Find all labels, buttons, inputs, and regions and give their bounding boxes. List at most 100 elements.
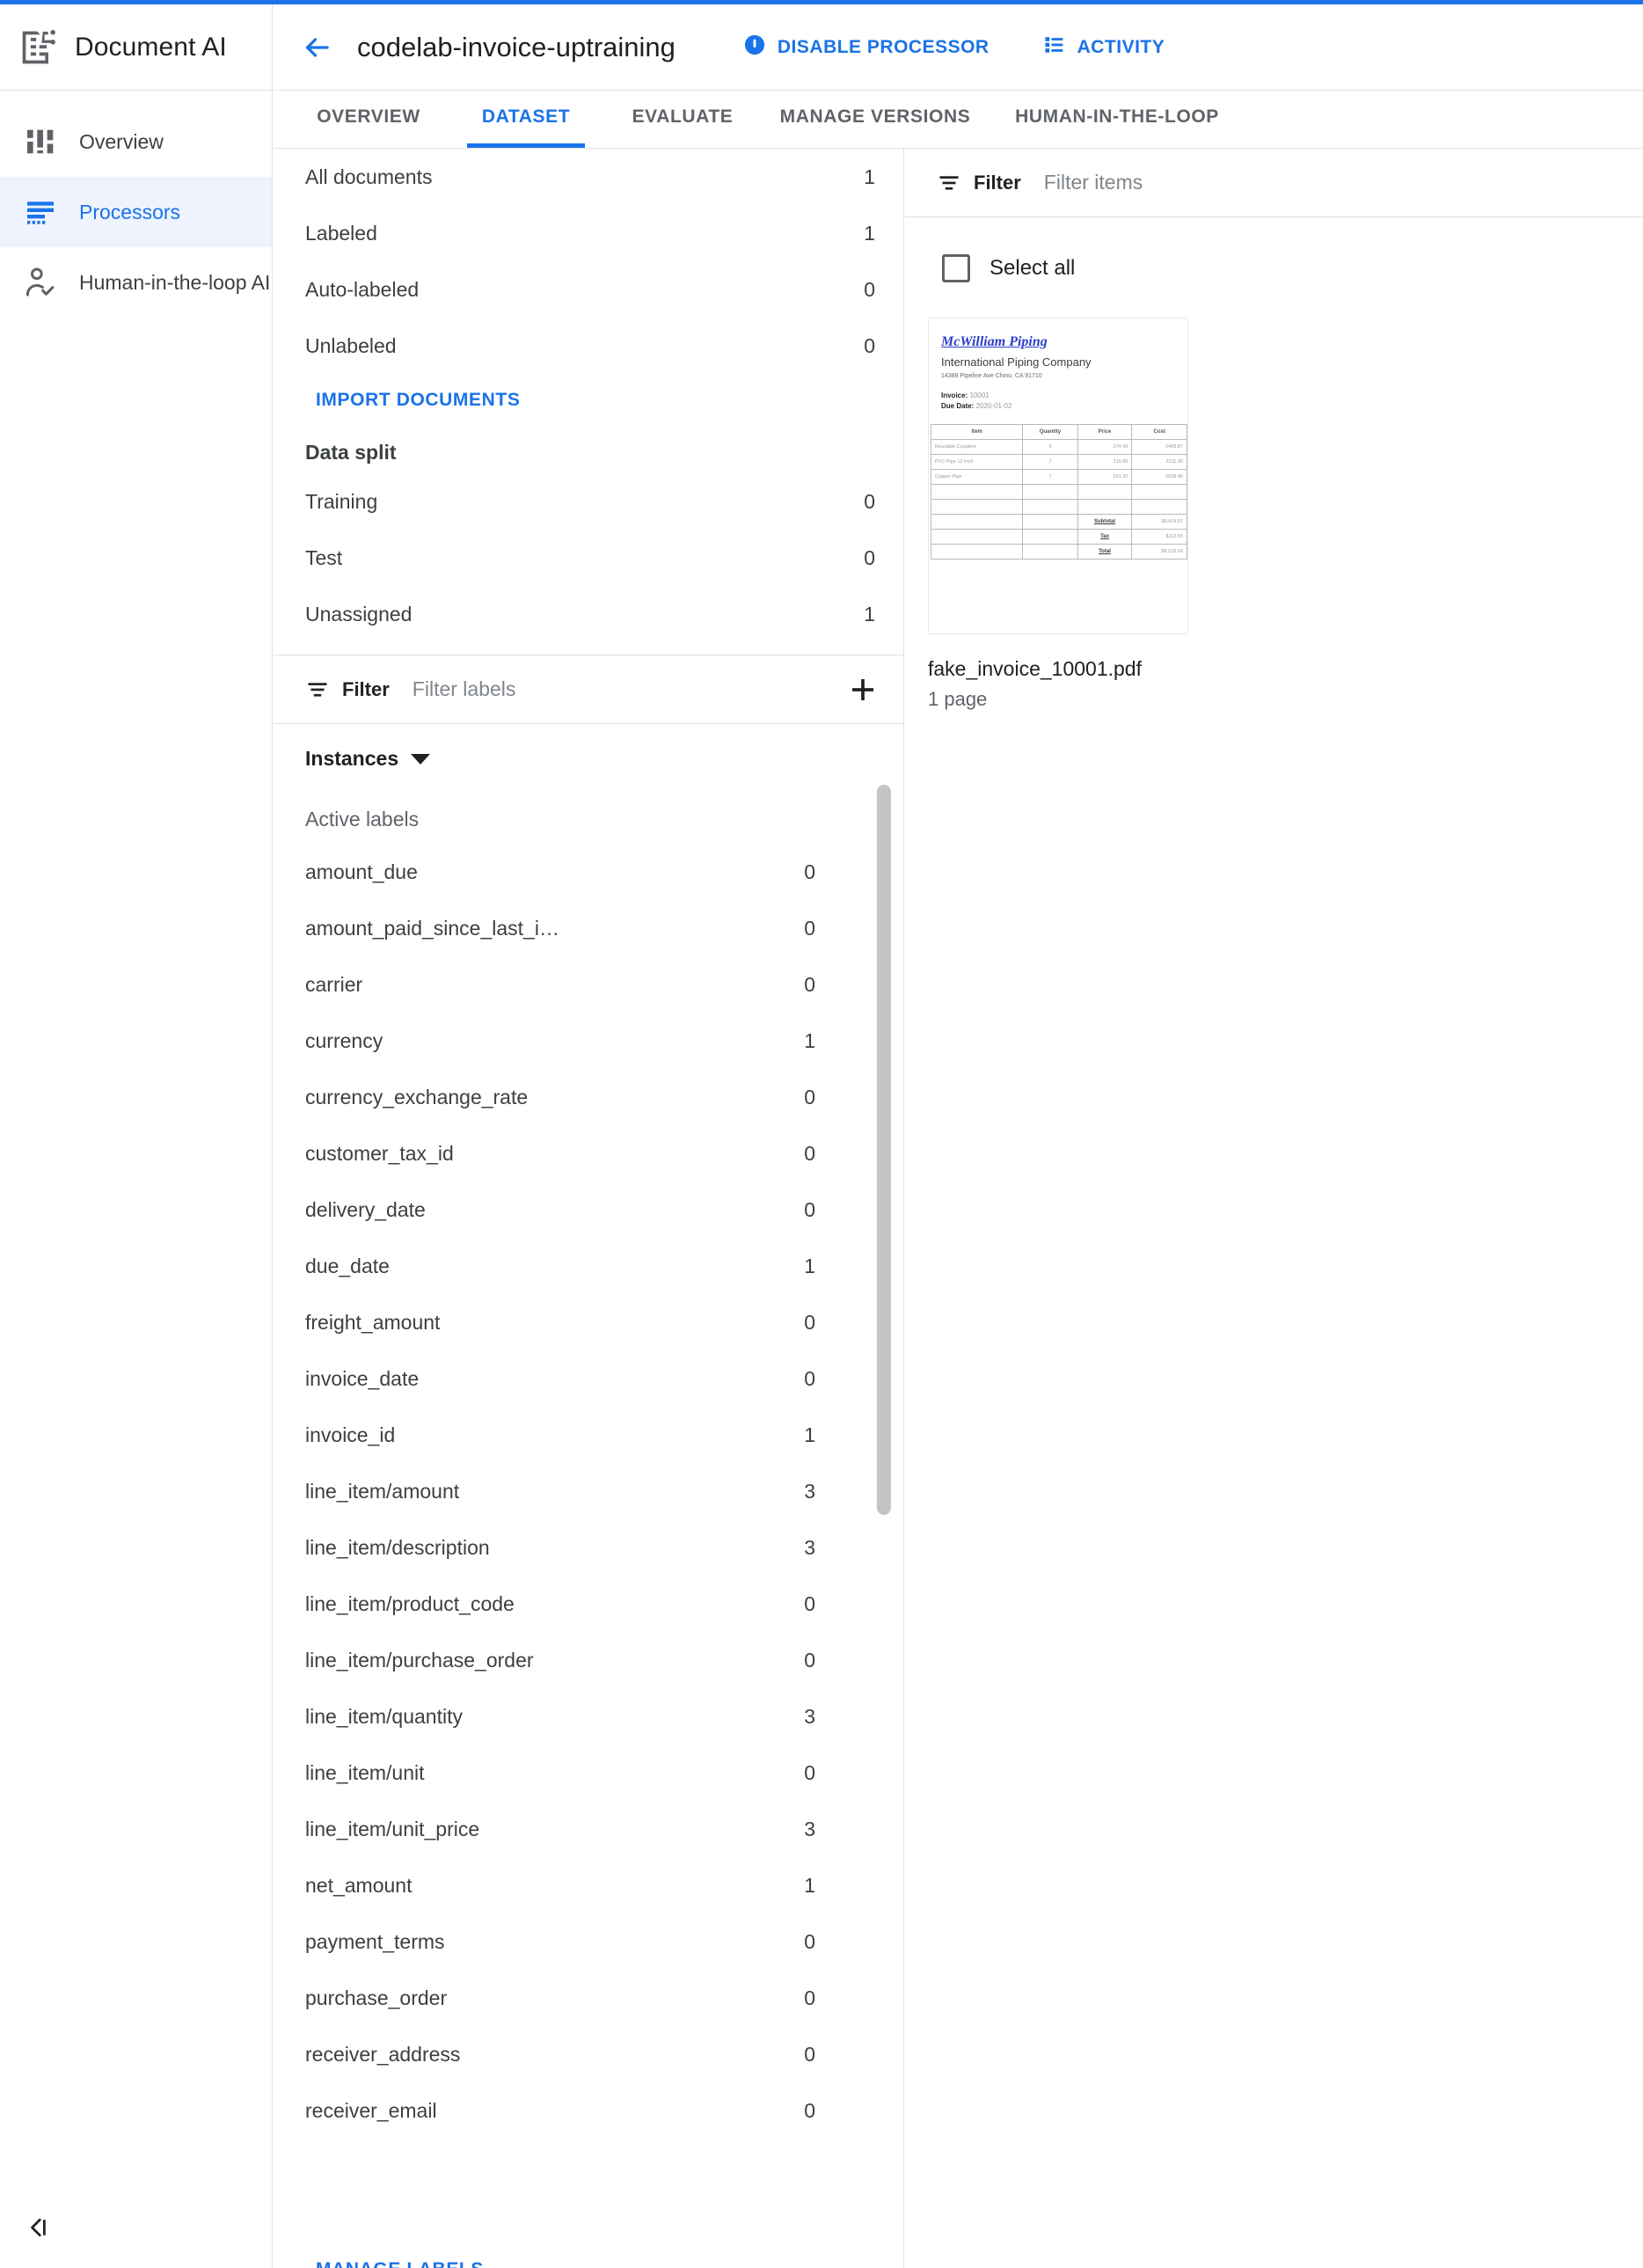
labels-scrollbar[interactable] <box>877 785 891 1515</box>
label-row[interactable]: due_date 1 <box>274 1238 903 1294</box>
label-row[interactable]: invoice_date 0 <box>274 1350 903 1407</box>
label-row[interactable]: amount_paid_since_last_i… 0 <box>274 900 903 956</box>
label-name: line_item/product_code <box>305 1591 515 1615</box>
page-header: codelab-invoice-uptraining DISABLE PROCE… <box>274 4 1643 91</box>
label-row[interactable]: delivery_date 0 <box>274 1182 903 1238</box>
invoice-table-cell: Reusable Couplers <box>930 439 1024 455</box>
label-row[interactable]: amount_due 0 <box>274 844 903 900</box>
document-thumbnail[interactable]: McWilliam Piping International Piping Co… <box>928 318 1188 634</box>
label-count: 0 <box>804 1591 815 1615</box>
label-count: 0 <box>804 2098 815 2122</box>
tab-human-in-the-loop[interactable]: HUMAN-IN-THE-LOOP <box>989 91 1245 148</box>
label-count: 3 <box>804 1479 815 1503</box>
invoice-table-cell: 2469.87 <box>1131 439 1187 455</box>
data-split-list: Training 0 Test 0 Unassigned 1 <box>274 473 903 642</box>
invoice-total-label: Tax <box>1077 529 1133 545</box>
label-row[interactable]: line_item/product_code 0 <box>274 1576 903 1632</box>
invoice-total-value: $6,419.57 <box>1131 514 1187 530</box>
invoice-table-cell <box>1131 484 1187 500</box>
label-row[interactable]: purchase_order 0 <box>274 1970 903 2026</box>
select-all-label: Select all <box>989 256 1076 280</box>
tab-evaluate[interactable]: EVALUATE <box>604 91 761 148</box>
stat-value: 1 <box>864 221 875 245</box>
disable-processor-button[interactable]: DISABLE PROCESSOR <box>742 33 989 62</box>
label-row[interactable]: line_item/unit_price 3 <box>274 1801 903 1857</box>
sidebar-item-processors[interactable]: Processors <box>0 177 272 247</box>
label-count: 0 <box>804 1986 815 2009</box>
import-documents-button[interactable]: IMPORT DOCUMENTS <box>305 383 530 418</box>
activity-button[interactable]: ACTIVITY <box>1042 33 1165 62</box>
label-row[interactable]: receiver_email 0 <box>274 2082 903 2139</box>
label-name: line_item/description <box>305 1535 490 1559</box>
invoice-table-cell <box>1077 484 1133 500</box>
label-row[interactable]: carrier 0 <box>274 956 903 1013</box>
tab-manage-versions[interactable]: MANAGE VERSIONS <box>761 91 989 148</box>
label-count: 3 <box>804 1817 815 1840</box>
chevron-down-icon <box>411 753 431 765</box>
invoice-totals-row: Total $6,533.16 <box>930 544 1187 560</box>
label-filter-input[interactable]: Filter labels <box>413 677 845 701</box>
label-name: freight_amount <box>305 1310 441 1334</box>
tab-manage-versions-label: MANAGE VERSIONS <box>779 106 971 127</box>
invoice-totals-row: Subtotal $6,419.57 <box>930 514 1187 530</box>
label-name: line_item/amount <box>305 1479 460 1503</box>
label-row[interactable]: currency_exchange_rate 0 <box>274 1069 903 1125</box>
select-all-checkbox[interactable] <box>942 254 970 282</box>
invoice-table-cell <box>930 544 1024 560</box>
split-value: 0 <box>864 545 875 569</box>
label-count: 0 <box>804 1197 815 1221</box>
label-row[interactable]: freight_amount 0 <box>274 1294 903 1350</box>
invoice-company-address: 14388 Pipeline Ave Chino, CA 91710 <box>941 373 1042 379</box>
split-row-training[interactable]: Training 0 <box>274 473 903 530</box>
label-row[interactable]: net_amount 1 <box>274 1857 903 1913</box>
stat-value: 0 <box>864 333 875 357</box>
label-name: carrier <box>305 972 363 996</box>
invoice-table-cell: 9 <box>1022 439 1078 455</box>
label-row[interactable]: line_item/purchase_order 0 <box>274 1632 903 1688</box>
invoice-table-empty-row <box>930 499 1187 515</box>
split-row-unassigned[interactable]: Unassigned 1 <box>274 586 903 642</box>
label-name: net_amount <box>305 1873 413 1897</box>
select-all-row[interactable]: Select all <box>905 217 1643 282</box>
tab-overview[interactable]: OVERVIEW <box>289 91 448 148</box>
items-filter-input[interactable]: Filter items <box>1044 171 1620 194</box>
collapse-panel-icon[interactable] <box>19 2208 58 2247</box>
invoice-table-cell: 2038.40 <box>1131 469 1187 485</box>
label-row[interactable]: receiver_address 0 <box>274 2026 903 2082</box>
arrow-back-icon[interactable] <box>296 26 338 69</box>
label-row[interactable]: line_item/amount 3 <box>274 1463 903 1519</box>
document-ai-app: Document AI Overview Processors Human-in… <box>0 0 1643 2268</box>
label-row[interactable]: line_item/description 3 <box>274 1519 903 1576</box>
add-label-button[interactable] <box>845 672 880 707</box>
processors-icon <box>23 194 58 230</box>
label-count: 1 <box>804 1423 815 1446</box>
manage-labels-button[interactable]: MANAGE LABELS <box>305 2252 494 2268</box>
label-row[interactable]: customer_tax_id 0 <box>274 1125 903 1182</box>
label-row[interactable]: currency 1 <box>274 1013 903 1069</box>
sidebar-item-overview[interactable]: Overview <box>0 106 272 177</box>
items-filter-bar: Filter Filter items <box>905 149 1643 217</box>
stat-row-all-documents[interactable]: All documents 1 <box>274 149 903 205</box>
instances-dropdown[interactable]: Instances <box>274 724 903 785</box>
label-name: delivery_date <box>305 1197 426 1221</box>
sidebar-item-human-in-the-loop[interactable]: Human-in-the-loop AI <box>0 247 272 318</box>
split-row-test[interactable]: Test 0 <box>274 530 903 586</box>
label-name: currency_exchange_rate <box>305 1085 529 1108</box>
left-sidebar: Document AI Overview Processors Human-in… <box>0 4 273 2268</box>
tab-dataset[interactable]: DATASET <box>448 91 604 148</box>
stat-row-unlabeled[interactable]: Unlabeled 0 <box>274 318 903 374</box>
invoice-table-cell: 7 <box>1022 454 1078 470</box>
activity-label: ACTIVITY <box>1077 36 1165 57</box>
invoice-line-items-table: Item Quantity Price Cost Reusable Couplers 9… <box>930 424 1187 560</box>
stat-row-labeled[interactable]: Labeled 1 <box>274 205 903 261</box>
label-row[interactable]: line_item/quantity 3 <box>274 1688 903 1745</box>
label-row[interactable]: invoice_id 1 <box>274 1407 903 1463</box>
split-label: Training <box>305 489 378 513</box>
stat-row-auto-labeled[interactable]: Auto-labeled 0 <box>274 261 903 318</box>
label-row[interactable]: line_item/unit 0 <box>274 1745 903 1801</box>
label-row[interactable]: payment_terms 0 <box>274 1913 903 1970</box>
document-card[interactable]: McWilliam Piping International Piping Co… <box>905 282 1188 711</box>
documents-panel: Filter Filter items Select all McWilliam… <box>905 149 1643 2268</box>
split-label: Test <box>305 545 343 569</box>
label-count: 0 <box>804 860 815 883</box>
